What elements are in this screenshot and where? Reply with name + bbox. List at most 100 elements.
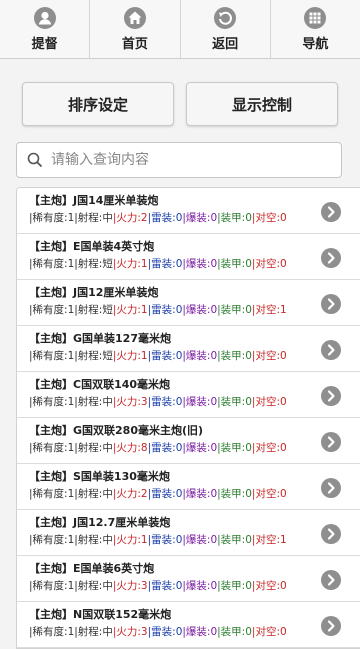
stat-value-range: 短 [102, 350, 113, 362]
list-item[interactable]: 【主炮】E国单装6英寸炮 |稀有度:1|射程:中|火力:3|雷装:0|爆装:0|装… [17, 556, 360, 602]
stat-label-rarity: |稀有度: [29, 396, 68, 408]
search-input[interactable] [49, 151, 333, 169]
nav-home[interactable]: 首页 [90, 0, 181, 58]
list-item[interactable]: 【主炮】J国12厘米单装炮 |稀有度:1|射程:短|火力:1|雷装:0|爆装:0|… [17, 280, 360, 326]
stat-label-firepower: |火力: [112, 534, 141, 546]
stat-label-torpedo: |雷装: [147, 212, 176, 224]
item-title: 【主炮】C国双联140毫米炮 [29, 378, 171, 391]
chevron-right-icon[interactable] [321, 478, 341, 498]
stat-value-aa: 0 [279, 488, 287, 500]
list-item[interactable]: 【主炮】S国单装130毫米炮 |稀有度:1|射程:中|火力:2|雷装:0|爆装:0… [17, 464, 360, 510]
stat-value-armor: 0 [245, 396, 252, 408]
stat-label-armor: |装甲: [217, 580, 246, 592]
list-item[interactable]: 【主炮】J国12.7厘米单装炮 |稀有度:1|射程:中|火力:1|雷装:0|爆装:… [17, 510, 360, 556]
stat-value-range: 中 [102, 442, 113, 454]
stat-label-rarity: |稀有度: [29, 258, 68, 270]
item-title: 【主炮】G国单装127毫米炮 [29, 332, 171, 345]
chevron-right-icon[interactable] [321, 524, 341, 544]
chevron-right-icon[interactable] [321, 432, 341, 452]
list-item[interactable]: 【主炮】J国14厘米单装炮 |稀有度:1|射程:中|火力:2|雷装:0|爆装:0|… [17, 188, 360, 234]
stat-value-armor: 0 [245, 212, 252, 224]
stat-label-rarity: |稀有度: [29, 442, 68, 454]
stat-label-armor: |装甲: [217, 304, 246, 316]
stat-label-armor: |装甲: [217, 396, 246, 408]
stat-label-aa: |对空: [251, 258, 280, 270]
search-icon [27, 152, 43, 168]
stat-label-range: |射程: [74, 304, 103, 316]
display-control-button[interactable]: 显示控制 [186, 82, 338, 126]
stat-label-range: |射程: [74, 580, 103, 592]
item-title: 【主炮】S国单装130毫米炮 [29, 470, 170, 483]
stat-value-firepower: 2 [140, 488, 148, 500]
chevron-right-icon[interactable] [321, 616, 341, 636]
stat-label-bomb: |爆装: [182, 580, 211, 592]
stat-value-range: 中 [102, 580, 113, 592]
nav-back[interactable]: 返回 [181, 0, 271, 58]
chevron-right-icon[interactable] [321, 570, 341, 590]
stat-label-aa: |对空: [251, 212, 280, 224]
stat-label-torpedo: |雷装: [147, 534, 176, 546]
stat-label-firepower: |火力: [112, 258, 141, 270]
stat-value-armor: 0 [245, 442, 252, 454]
stat-value-aa: 0 [279, 580, 287, 592]
stat-label-range: |射程: [74, 212, 103, 224]
stat-label-bomb: |爆装: [182, 304, 211, 316]
nav-navigation[interactable]: 导航 [271, 0, 360, 58]
item-stats: |稀有度:1|射程:中|火力:1|雷装:0|爆装:0|装甲:0|对空:1 [29, 532, 355, 548]
stat-label-firepower: |火力: [112, 396, 141, 408]
stat-label-torpedo: |雷装: [147, 396, 176, 408]
stat-value-armor: 0 [245, 350, 252, 362]
item-stats: |稀有度:1|射程:短|火力:1|雷装:0|爆装:0|装甲:0|对空:0 [29, 348, 355, 364]
stat-value-firepower: 1 [140, 350, 148, 362]
chevron-right-icon[interactable] [321, 340, 341, 360]
stat-label-range: |射程: [74, 488, 103, 500]
chevron-right-icon[interactable] [321, 202, 341, 222]
stat-value-range: 中 [102, 626, 113, 638]
nav-home-label: 首页 [121, 36, 148, 52]
stat-value-firepower: 3 [140, 396, 148, 408]
stat-label-aa: |对空: [251, 488, 280, 500]
stat-value-firepower: 1 [140, 304, 148, 316]
stat-value-armor: 0 [245, 626, 252, 638]
stat-value-firepower: 2 [140, 212, 148, 224]
nav-admiral[interactable]: 提督 [0, 0, 91, 58]
equipment-list: 【主炮】J国14厘米单装炮 |稀有度:1|射程:中|火力:2|雷装:0|爆装:0|… [16, 187, 360, 649]
item-stats: |稀有度:1|射程:中|火力:3|雷装:0|爆装:0|装甲:0|对空:0 [29, 394, 355, 410]
stat-label-torpedo: |雷装: [147, 442, 176, 454]
stat-value-aa: 1 [279, 304, 287, 316]
stat-label-armor: |装甲: [217, 488, 246, 500]
list-item[interactable]: 【主炮】G国单装127毫米炮 |稀有度:1|射程:短|火力:1|雷装:0|爆装:0… [17, 326, 360, 372]
item-stats: |稀有度:1|射程:中|火力:2|雷装:0|爆装:0|装甲:0|对空:0 [29, 486, 355, 502]
nav-admiral-label: 提督 [31, 36, 58, 52]
stat-label-bomb: |爆装: [182, 626, 211, 638]
stat-value-range: 短 [102, 304, 113, 316]
control-buttons: 排序设定 显示控制 [22, 82, 340, 126]
stat-value-range: 中 [102, 212, 113, 224]
top-nav: 提督 首页 返回 导航 [0, 0, 360, 59]
list-item[interactable]: 【主炮】C国双联140毫米炮 |稀有度:1|射程:中|火力:3|雷装:0|爆装:0… [17, 372, 360, 418]
item-stats: |稀有度:1|射程:短|火力:1|雷装:0|爆装:0|装甲:0|对空:1 [29, 302, 355, 318]
list-item[interactable]: 【主炮】G国双联280毫米主炮(旧) |稀有度:1|射程:中|火力:8|雷装:0|… [17, 418, 360, 464]
list-item[interactable]: 【主炮】E国单装4英寸炮 |稀有度:1|射程:短|火力:1|雷装:0|爆装:0|装… [17, 234, 360, 280]
chevron-right-icon[interactable] [321, 248, 341, 268]
stat-label-torpedo: |雷装: [147, 350, 176, 362]
stat-label-range: |射程: [74, 396, 103, 408]
stat-label-firepower: |火力: [112, 350, 141, 362]
stat-label-aa: |对空: [251, 396, 280, 408]
chevron-right-icon[interactable] [321, 294, 341, 314]
stat-label-torpedo: |雷装: [147, 258, 176, 270]
stat-label-aa: |对空: [251, 580, 280, 592]
stat-value-range: 短 [102, 258, 113, 270]
stat-label-firepower: |火力: [112, 626, 141, 638]
stat-label-aa: |对空: [251, 304, 280, 316]
stat-label-torpedo: |雷装: [147, 580, 176, 592]
stat-label-bomb: |爆装: [182, 534, 211, 546]
stat-label-firepower: |火力: [112, 442, 141, 454]
sort-settings-button[interactable]: 排序设定 [22, 82, 174, 126]
list-item[interactable]: 【主炮】N国双联152毫米炮 |稀有度:1|射程:中|火力:3|雷装:0|爆装:0… [17, 602, 360, 648]
item-title: 【主炮】E国单装4英寸炮 [29, 240, 155, 253]
stat-label-armor: |装甲: [217, 626, 246, 638]
stat-value-range: 中 [102, 396, 113, 408]
stat-label-rarity: |稀有度: [29, 350, 68, 362]
chevron-right-icon[interactable] [321, 386, 341, 406]
